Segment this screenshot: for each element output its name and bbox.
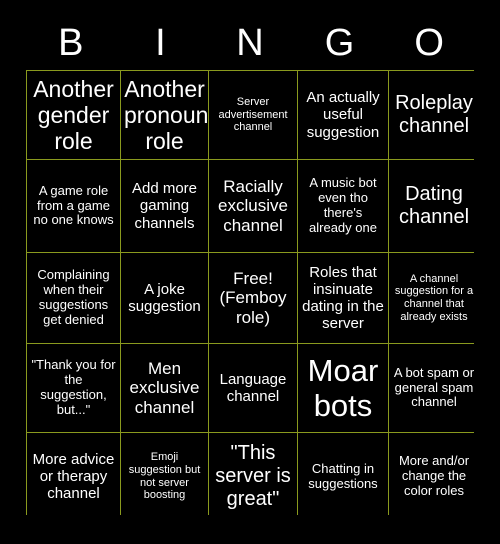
bingo-cell[interactable]: An actually useful suggestion [298, 71, 388, 159]
bingo-cell-label: More and/or change the color roles [398, 453, 470, 498]
bingo-cell-label: A bot spam or general spam channel [393, 364, 475, 410]
bingo-header: B I N G O [26, 18, 474, 68]
bingo-cell-label: Men exclusive channel [129, 358, 200, 417]
bingo-cell-label: Free! (Femboy role) [219, 268, 287, 327]
bingo-cell[interactable]: More and/or change the color roles [389, 433, 479, 520]
bingo-cell[interactable]: Men exclusive channel [121, 344, 208, 432]
bingo-cell[interactable]: Chatting in suggestions [298, 433, 388, 520]
bingo-cell-label: Language channel [219, 370, 287, 405]
bingo-cell[interactable]: Add more gaming channels [121, 160, 208, 252]
bingo-cell[interactable]: Another pronoun role [121, 71, 208, 159]
bingo-cell-label: Roles that insinuate dating in the serve… [302, 263, 384, 333]
bingo-cell[interactable]: More advice or therapy channel [27, 433, 120, 520]
bingo-header-letter-g: G [324, 22, 355, 64]
bingo-cell[interactable]: Complaining when their suggestions get d… [27, 253, 120, 343]
bingo-cell-label: Another pronoun role [124, 75, 208, 155]
bingo-cell-label: Dating channel [398, 183, 470, 228]
bingo-cell-label: A joke suggestion [128, 280, 201, 315]
bingo-cell-label: A game role from a game no one knows [33, 182, 114, 228]
bingo-cell[interactable]: A joke suggestion [121, 253, 208, 343]
bingo-cell-label: An actually useful suggestion [306, 89, 380, 141]
bingo-header-letter-i: I [155, 22, 166, 64]
bingo-cell-label: "This server is great" [215, 442, 291, 510]
bingo-cell-free-space[interactable]: Free! (Femboy role) [209, 253, 297, 343]
bingo-header-letter-o: O [414, 22, 444, 64]
bingo-cell[interactable]: Roles that insinuate dating in the serve… [298, 253, 388, 343]
bingo-cell-label: Moar bots [307, 352, 379, 423]
bingo-cell-label: Add more gaming channels [131, 180, 198, 232]
bingo-cell-label: Server advertisement channel [218, 96, 288, 134]
bingo-cell[interactable]: A game role from a game no one knows [27, 160, 120, 252]
bingo-cell[interactable]: Dating channel [389, 160, 479, 252]
bingo-cell-label: Chatting in suggestions [308, 460, 378, 491]
bingo-cell[interactable]: A channel suggestion for a channel that … [389, 253, 479, 343]
bingo-cell-label: A music bot even tho there's already one [309, 175, 377, 235]
bingo-cell-label: "Thank you for the suggestion, but..." [31, 357, 116, 417]
bingo-cell-label: Emoji suggestion but not server boosting [128, 451, 201, 502]
bingo-cell-label: Roleplay channel [395, 92, 473, 137]
bingo-cell[interactable]: Emoji suggestion but not server boosting [121, 433, 208, 520]
bingo-cell[interactable]: Racially exclusive channel [209, 160, 297, 252]
bingo-cell[interactable]: "This server is great" [209, 433, 297, 520]
bingo-cell-label: A channel suggestion for a channel that … [394, 272, 474, 323]
bingo-cell[interactable]: Moar bots [298, 344, 388, 432]
bingo-cell-label: More advice or therapy channel [32, 450, 115, 503]
bingo-header-letter-b: B [58, 22, 84, 64]
bingo-cell[interactable]: A bot spam or general spam channel [389, 344, 479, 432]
bingo-cell[interactable]: Roleplay channel [389, 71, 479, 159]
bingo-cell[interactable]: Another gender role [27, 71, 120, 159]
bingo-header-letter-n: N [236, 22, 264, 64]
bingo-grid: Another gender role Another pronoun role… [26, 70, 479, 520]
bingo-cell[interactable]: Server advertisement channel [209, 71, 297, 159]
bingo-cell[interactable]: "Thank you for the suggestion, but..." [27, 344, 120, 432]
bingo-card: B I N G O Another gender role Another pr… [0, 0, 500, 544]
bingo-cell[interactable]: Language channel [209, 344, 297, 432]
bingo-cell[interactable]: A music bot even tho there's already one [298, 160, 388, 252]
bingo-cell-label: Another gender role [33, 75, 114, 155]
bingo-cell-label: Racially exclusive channel [218, 176, 288, 235]
bingo-cell-label: Complaining when their suggestions get d… [37, 267, 110, 327]
